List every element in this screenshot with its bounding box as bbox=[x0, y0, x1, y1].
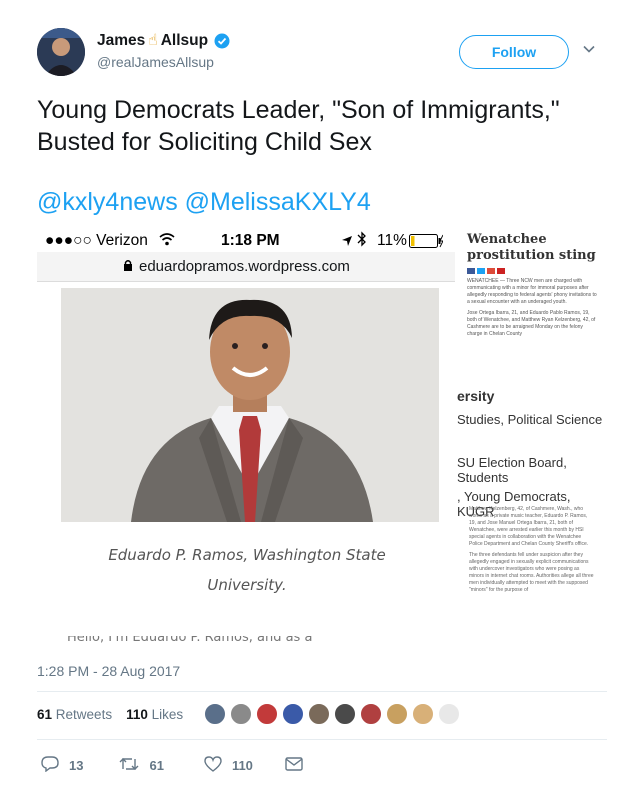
news-clipping-bottom: Matthew Kelzenberg, 42, of Cashmere, Was… bbox=[469, 506, 595, 648]
cutoff-text: Hello, I'm Eduardo P. Ramos, and as a bbox=[67, 636, 427, 648]
liker-avatar[interactable] bbox=[438, 703, 460, 725]
divider bbox=[37, 691, 607, 692]
news-headline: Wenatchee prostitution sting bbox=[463, 228, 603, 264]
status-time: 1:18 PM bbox=[221, 232, 280, 249]
location-arrow-icon bbox=[341, 234, 353, 252]
profile-line-1: ersity bbox=[457, 388, 495, 404]
news-clipping-top: Wenatchee prostitution sting WENATCHEE —… bbox=[463, 228, 603, 374]
envelope-icon bbox=[285, 757, 303, 774]
retweet-icon bbox=[119, 756, 139, 775]
bluetooth-icon bbox=[357, 231, 367, 252]
liker-avatar[interactable] bbox=[308, 703, 330, 725]
news-paragraph-2: Jose Ortega Ibarra, 21, and Eduardo Pabl… bbox=[467, 310, 596, 337]
reply-button[interactable]: 13 bbox=[41, 756, 83, 775]
liker-avatar[interactable] bbox=[256, 703, 278, 725]
retweet-count: 61 bbox=[149, 758, 164, 773]
tweet-timestamp[interactable]: 1:28 PM - 28 Aug 2017 bbox=[37, 663, 180, 679]
news-headline-line-1: Wenatchee bbox=[467, 232, 547, 247]
liker-avatar[interactable] bbox=[360, 703, 382, 725]
liker-avatar[interactable] bbox=[412, 703, 434, 725]
chevron-down-icon[interactable] bbox=[582, 42, 596, 56]
author-name-first: James bbox=[97, 31, 146, 49]
share-icon bbox=[477, 268, 485, 274]
avatar[interactable] bbox=[37, 28, 85, 76]
heart-icon bbox=[204, 756, 222, 775]
verified-badge-icon bbox=[214, 33, 230, 49]
caption-line-2: University. bbox=[207, 576, 287, 594]
divider bbox=[37, 739, 607, 740]
caption-line-1: Eduardo P. Ramos, Washington State bbox=[108, 546, 386, 564]
liker-avatar[interactable] bbox=[204, 703, 226, 725]
profile-photo bbox=[61, 288, 439, 522]
pointing-emoji: ☝ bbox=[148, 32, 158, 49]
follow-button[interactable]: Follow bbox=[459, 35, 569, 69]
reply-count: 13 bbox=[69, 758, 84, 773]
browser-url: eduardopramos.wordpress.com bbox=[139, 258, 350, 275]
author-name-last: Allsup bbox=[160, 31, 209, 49]
news-headline-line-2: prostitution sting bbox=[467, 248, 596, 263]
tweet-media[interactable]: ●●●○○ Verizon 1:18 PM 11% eduardopramos.… bbox=[37, 228, 603, 648]
liker-avatar[interactable] bbox=[282, 703, 304, 725]
direct-message-button[interactable] bbox=[285, 756, 303, 775]
like-count: 110 bbox=[231, 758, 253, 773]
profile-clipping: ersity Studies, Political Science SU Ele… bbox=[457, 384, 603, 519]
news-paragraph-4: The three defendants fell under suspicio… bbox=[469, 552, 594, 593]
share-icon bbox=[487, 268, 495, 274]
likes-label: Likes bbox=[151, 707, 184, 722]
battery-icon bbox=[409, 234, 444, 253]
status-battery: 11% bbox=[377, 232, 407, 249]
lock-icon bbox=[123, 259, 133, 276]
like-button[interactable]: 110 bbox=[204, 756, 253, 775]
news-paragraph-3: Matthew Kelzenberg, 42, of Cashmere, Was… bbox=[469, 506, 589, 547]
share-bar bbox=[467, 268, 603, 274]
share-icon bbox=[467, 268, 475, 274]
author-name[interactable]: James ☝ Allsup bbox=[97, 31, 230, 50]
profile-line-3: SU Election Board, Students bbox=[457, 455, 567, 485]
photo-caption: Eduardo P. Ramos, Washington State Unive… bbox=[37, 540, 457, 600]
share-icon bbox=[497, 268, 505, 274]
likes-count: 110 bbox=[126, 707, 148, 722]
likers-avatars bbox=[204, 703, 464, 725]
profile-line-2: Studies, Political Science bbox=[457, 412, 603, 427]
author-handle[interactable]: @realJamesAllsup bbox=[97, 54, 214, 70]
liker-avatar[interactable] bbox=[386, 703, 408, 725]
retweets-label: Retweets bbox=[55, 707, 113, 722]
news-paragraph-1: WENATCHEE — Three NCW men are charged wi… bbox=[467, 278, 597, 305]
status-carrier: ●●●○○ Verizon bbox=[45, 232, 148, 249]
wifi-icon bbox=[159, 232, 175, 251]
retweets-count: 61 bbox=[37, 707, 53, 722]
reply-icon bbox=[41, 756, 59, 775]
cutoff-text-line: Hello, I'm Eduardo P. Ramos, and as a bbox=[67, 636, 313, 645]
retweet-button[interactable]: 61 bbox=[119, 756, 164, 775]
tweet-text: Young Democrats Leader, "Son of Immigran… bbox=[37, 96, 560, 156]
browser-url-bar: eduardopramos.wordpress.com bbox=[37, 252, 455, 282]
liker-avatar[interactable] bbox=[230, 703, 252, 725]
tweet-stats: 61 Retweets 110 Likes bbox=[37, 707, 183, 722]
tweet-actions: 13 61 110 bbox=[37, 756, 303, 775]
tweet-header: James ☝ Allsup @realJamesAllsup Follow bbox=[37, 28, 607, 78]
likes-stat[interactable]: 110 Likes bbox=[126, 707, 183, 722]
tweet-mentions[interactable]: @kxly4news @MelissaKXLY4 bbox=[37, 188, 371, 217]
retweets-stat[interactable]: 61 Retweets bbox=[37, 707, 112, 722]
liker-avatar[interactable] bbox=[334, 703, 356, 725]
